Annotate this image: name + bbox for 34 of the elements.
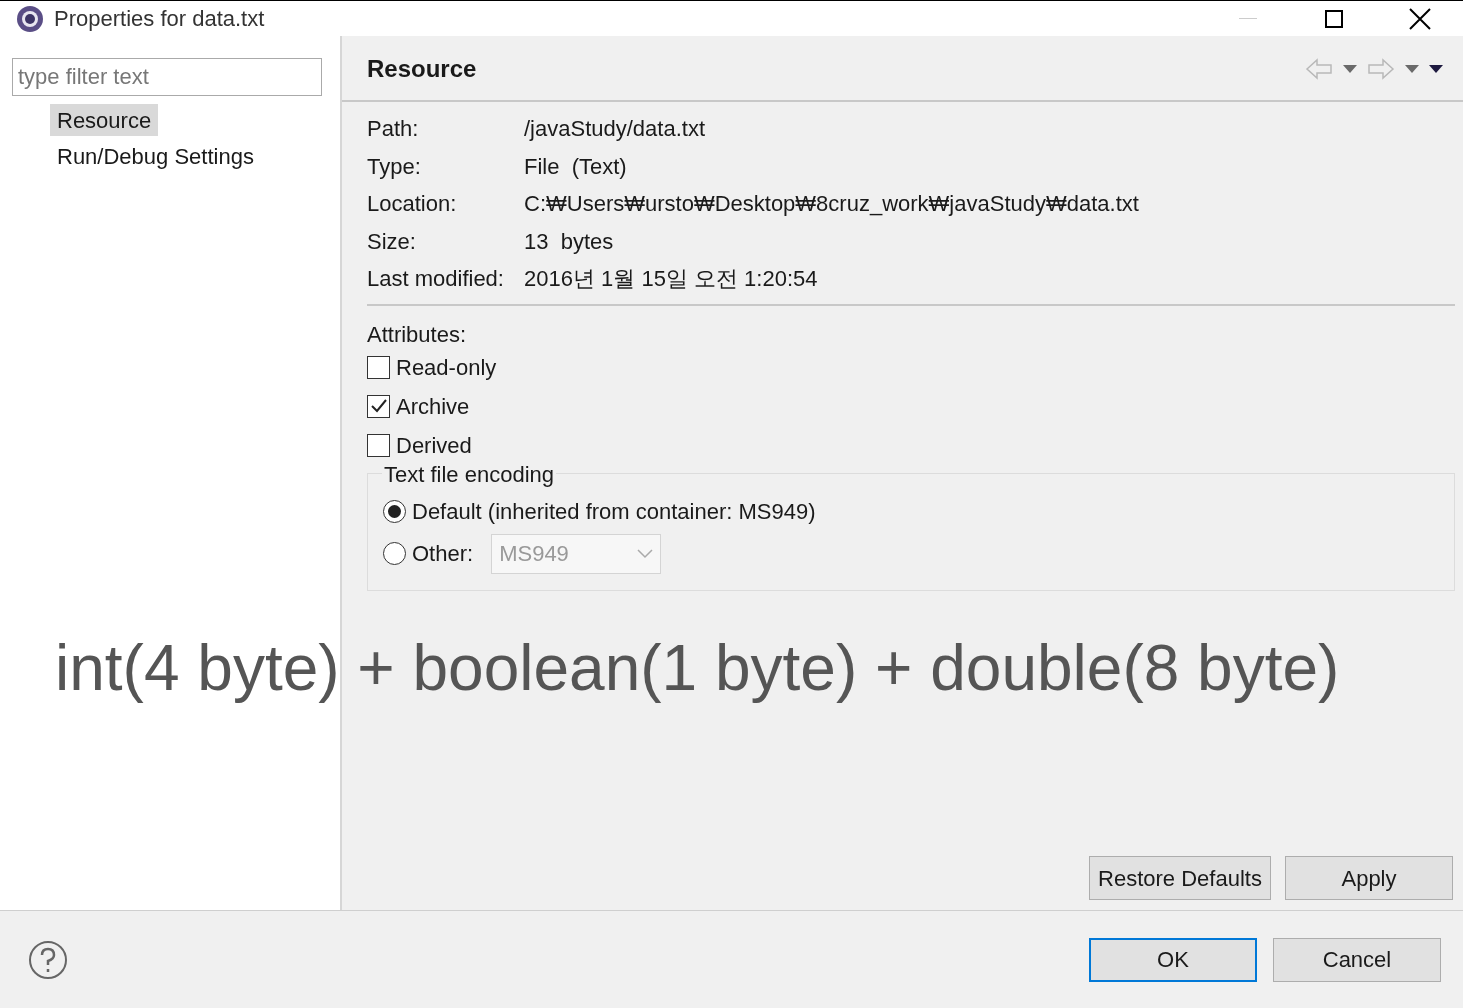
filter-field[interactable]: type filter text bbox=[12, 58, 322, 96]
property-value: 2016년 1월 15일 오전 1:20:54 bbox=[524, 265, 818, 294]
property-value: 13 bytes bbox=[524, 227, 614, 256]
radio-button[interactable] bbox=[383, 500, 406, 523]
property-value: File (Text) bbox=[524, 152, 627, 181]
radio-button[interactable] bbox=[383, 542, 406, 565]
property-value: C:₩Users₩ursto₩Desktop₩8cruz_work₩javaStudy₩data.txt bbox=[524, 190, 1139, 219]
radio-label: Other: bbox=[412, 540, 474, 568]
radio-label: Default (inherited from container: MS949) bbox=[412, 498, 816, 526]
property-label: Size: bbox=[367, 227, 417, 256]
close-icon[interactable] bbox=[1409, 7, 1431, 30]
dropdown-triangle-icon[interactable] bbox=[1429, 65, 1443, 73]
apply-button[interactable]: Apply bbox=[1285, 856, 1453, 900]
help-icon[interactable] bbox=[28, 939, 68, 980]
chevron-down-icon bbox=[637, 548, 654, 559]
property-value: /javaStudy/data.txt bbox=[524, 115, 705, 144]
page-title: Resource bbox=[367, 54, 477, 84]
checkbox-label: Archive bbox=[396, 392, 470, 421]
property-label: Last modified: bbox=[367, 265, 505, 294]
window-title: Properties for data.txt bbox=[54, 5, 265, 33]
tree-item[interactable]: Run/Debug Settings bbox=[50, 140, 261, 172]
restore-defaults-button[interactable]: Restore Defaults bbox=[1089, 856, 1271, 900]
property-label: Location: bbox=[367, 190, 458, 219]
checkbox[interactable] bbox=[367, 433, 390, 457]
checkbox[interactable] bbox=[367, 355, 390, 379]
attributes-label: Attributes: bbox=[367, 320, 467, 348]
tree-item[interactable]: Resource bbox=[50, 104, 159, 136]
property-label: Path: bbox=[367, 115, 420, 144]
cancel-button[interactable]: Cancel bbox=[1273, 937, 1441, 982]
checkbox[interactable] bbox=[367, 394, 390, 418]
checkbox-label: Read-only bbox=[396, 353, 497, 382]
checkbox-label: Derived bbox=[396, 431, 472, 460]
property-label: Type: bbox=[367, 152, 422, 181]
ok-button[interactable]: OK bbox=[1089, 937, 1257, 982]
